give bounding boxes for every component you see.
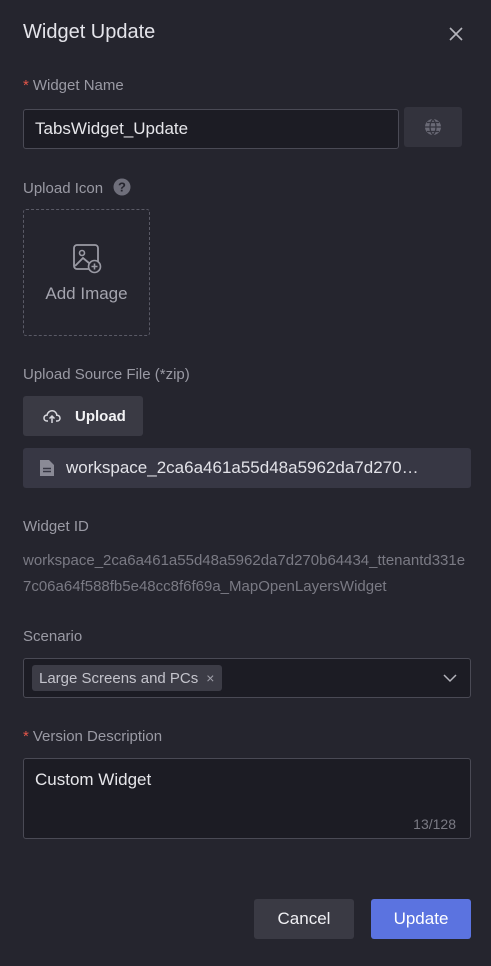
update-button[interactable]: Update: [371, 899, 471, 939]
cancel-button[interactable]: Cancel: [254, 899, 354, 939]
upload-icon-label-text: Upload Icon: [23, 180, 104, 197]
file-name: workspace_2ca6a461a55d48a5962da7d270b644…: [66, 458, 426, 477]
add-image-upload[interactable]: Add Image: [23, 209, 150, 336]
cloud-upload-icon: [43, 410, 61, 423]
file-icon: [40, 460, 54, 476]
widget-id-label: Widget ID: [23, 518, 89, 535]
version-description-label-text: Version Description: [32, 728, 163, 745]
version-description-label: * Version Description: [23, 728, 162, 745]
add-image-label: Add Image: [45, 283, 128, 303]
close-button[interactable]: [444, 22, 468, 46]
close-icon: [449, 27, 463, 41]
scenario-select[interactable]: Large Screens and PCs ×: [23, 658, 471, 698]
upload-button[interactable]: Upload: [23, 396, 143, 436]
widget-name-label-text: Widget Name: [32, 77, 124, 94]
scenario-tag: Large Screens and PCs ×: [32, 665, 223, 691]
required-mark: *: [23, 77, 29, 94]
scenario-tag-label: Large Screens and PCs: [39, 669, 199, 687]
uploaded-file: workspace_2ca6a461a55d48a5962da7d270b644…: [23, 448, 471, 488]
translate-button[interactable]: [404, 107, 462, 147]
question-icon[interactable]: ?: [113, 178, 131, 196]
widget-name-value: TabsWidget_Update: [35, 119, 189, 138]
widget-id-value: workspace_2ca6a461a55d48a5962da7d270b644…: [23, 552, 466, 595]
dialog-title: Widget Update: [23, 21, 156, 43]
version-description-value: Custom Widget: [35, 770, 152, 789]
upload-icon-label: Upload Icon ?: [23, 178, 131, 197]
source-file-label: Upload Source File (*zip): [23, 366, 190, 383]
svg-text:?: ?: [118, 180, 126, 195]
image-add-icon: [72, 243, 101, 273]
widget-name-label: * Widget Name: [23, 77, 124, 94]
widget-name-input[interactable]: TabsWidget_Update: [23, 109, 399, 149]
scenario-label: Scenario: [23, 628, 83, 645]
globe-icon: [425, 118, 441, 136]
version-description-textarea[interactable]: Custom Widget 13/128: [23, 758, 471, 839]
tag-remove-icon[interactable]: ×: [206, 670, 214, 686]
chevron-down-icon: [443, 674, 457, 683]
required-mark: *: [23, 728, 29, 745]
character-counter: 13/128: [413, 816, 456, 832]
upload-label: Upload: [75, 407, 126, 425]
